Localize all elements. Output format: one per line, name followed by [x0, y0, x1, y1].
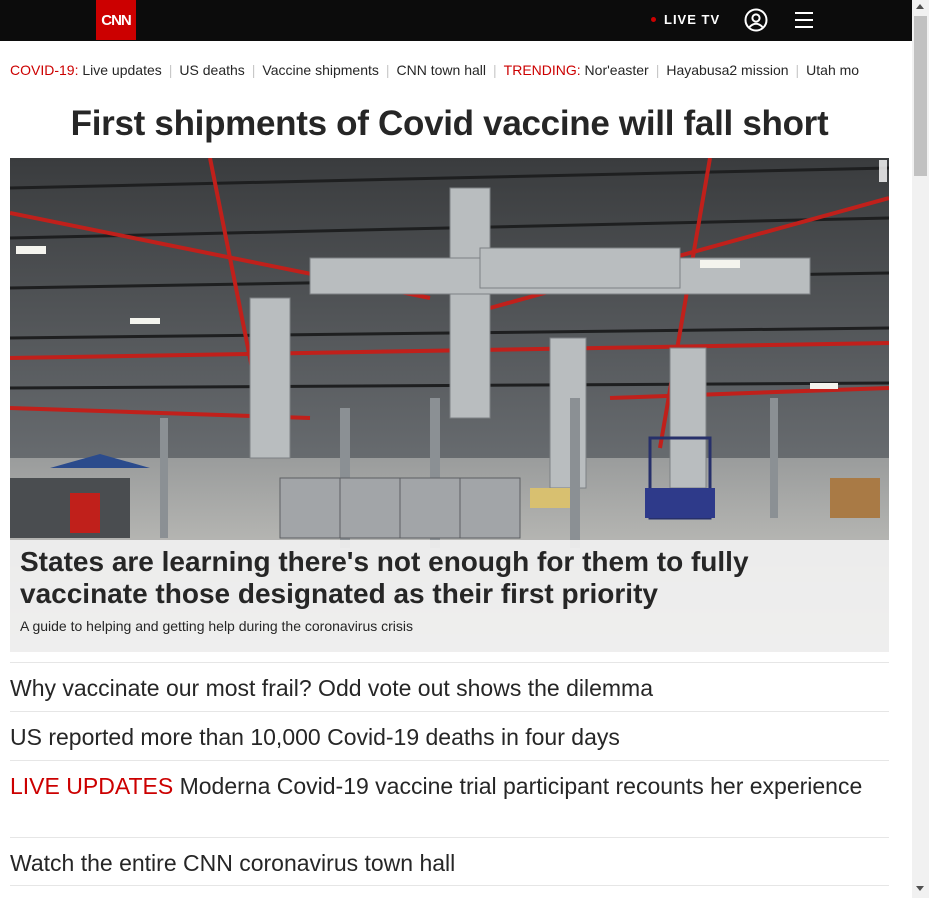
- page-scrollbar[interactable]: [912, 0, 929, 898]
- live-tv-link[interactable]: LIVE TV: [651, 12, 720, 27]
- separator: |: [251, 62, 256, 78]
- scrollbar-thumb[interactable]: [914, 16, 927, 176]
- live-tv-label: LIVE TV: [664, 12, 721, 27]
- scroll-up-arrow-icon[interactable]: [916, 4, 924, 9]
- trending-link-vaccine-shipments[interactable]: Vaccine shipments: [262, 62, 378, 78]
- cnn-logo[interactable]: CNN: [96, 0, 136, 40]
- hero-subtitle[interactable]: A guide to helping and getting help duri…: [20, 618, 879, 634]
- user-icon[interactable]: [744, 8, 768, 32]
- separator: |: [795, 62, 800, 78]
- trending-link-noreaster[interactable]: Nor'easter: [585, 62, 649, 78]
- photo-credit: [879, 160, 887, 182]
- story-text[interactable]: Watch the entire CNN coronavirus town ha…: [10, 850, 455, 876]
- trending-link-live-updates[interactable]: Live updates: [82, 62, 161, 78]
- story-text[interactable]: US reported more than 10,000 Covid-19 de…: [10, 724, 620, 750]
- logo-text: CNN: [101, 11, 131, 29]
- separator: |: [168, 62, 173, 78]
- story-item[interactable]: Why vaccinate our most frail? Odd vote o…: [10, 662, 889, 711]
- separator: |: [385, 62, 390, 78]
- trending-link-town-hall[interactable]: CNN town hall: [397, 62, 486, 78]
- story-text[interactable]: Why vaccinate our most frail? Odd vote o…: [10, 675, 653, 701]
- scroll-down-arrow-icon[interactable]: [916, 886, 924, 891]
- trending-link-hayabusa2[interactable]: Hayabusa2 mission: [666, 62, 788, 78]
- hero-caption[interactable]: States are learning there's not enough f…: [10, 540, 889, 652]
- trending-link-utah[interactable]: Utah mo: [806, 62, 859, 78]
- page-headline[interactable]: First shipments of Covid vaccine will fa…: [10, 104, 889, 144]
- trending-bar: COVID-19: Live updates | US deaths | Vaccine…: [10, 62, 905, 82]
- separator: |: [493, 62, 497, 78]
- hero-title[interactable]: States are learning there's not enough f…: [20, 546, 879, 610]
- live-dot-icon: [651, 17, 656, 22]
- covid-label: COVID-19:: [10, 62, 79, 78]
- story-item[interactable]: Watch the entire CNN coronavirus town ha…: [10, 837, 889, 886]
- story-item[interactable]: US reported more than 10,000 Covid-19 de…: [10, 711, 889, 760]
- story-text[interactable]: Moderna Covid-19 vaccine trial participa…: [180, 773, 863, 799]
- hamburger-menu-icon[interactable]: [794, 10, 814, 30]
- hero-story[interactable]: States are learning there's not enough f…: [10, 158, 889, 652]
- top-navigation-bar: CNN LIVE TV: [0, 0, 912, 41]
- trending-label: TRENDING:: [503, 62, 581, 78]
- story-item[interactable]: LIVE UPDATES Moderna Covid-19 vaccine tr…: [10, 760, 889, 837]
- trending-link-us-deaths[interactable]: US deaths: [179, 62, 244, 78]
- story-live-label: LIVE UPDATES: [10, 773, 174, 799]
- separator: |: [655, 62, 660, 78]
